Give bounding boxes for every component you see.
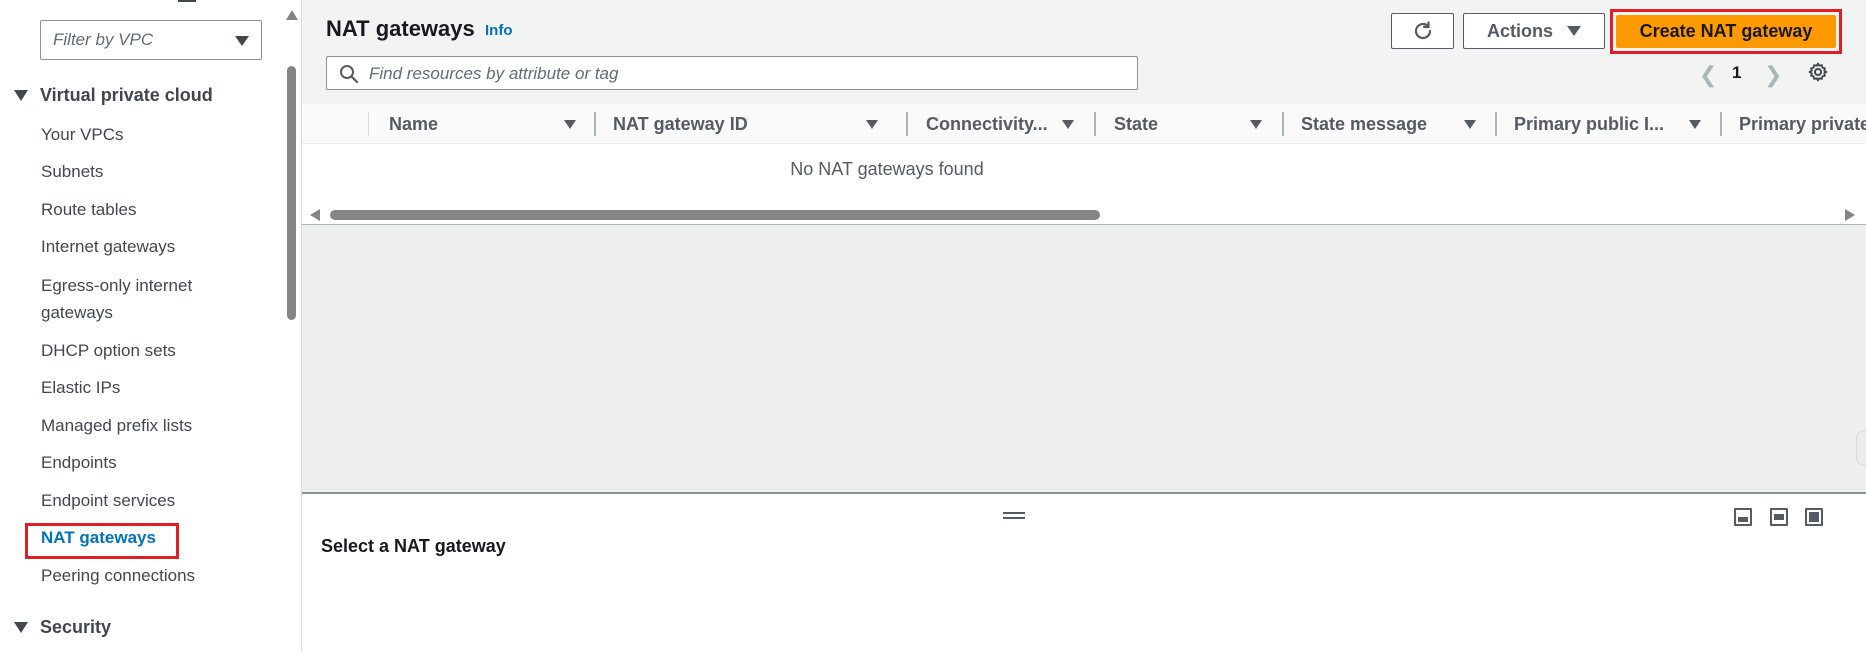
sidebar-item-nat-gateways[interactable]: NAT gateways	[41, 524, 156, 552]
sidebar: Filter by VPC Virtual private cloud Your…	[0, 0, 302, 652]
sort-icon[interactable]	[866, 119, 878, 129]
column-divider	[368, 112, 369, 136]
gear-icon[interactable]	[1808, 62, 1828, 82]
column-header-nat-gateway-id[interactable]: NAT gateway ID	[613, 104, 878, 143]
column-label: Connectivity...	[926, 113, 1048, 134]
table-header-panel: NAT gateways Info Actions Create NAT gat…	[302, 0, 1866, 104]
column-label: Primary public I...	[1514, 113, 1665, 134]
sort-icon[interactable]	[1689, 120, 1701, 129]
vpc-filter-placeholder: Filter by VPC	[53, 30, 154, 49]
search-placeholder: Find resources by attribute or tag	[369, 64, 619, 83]
vpc-filter-select[interactable]: Filter by VPC	[40, 20, 262, 60]
scroll-up-arrow-icon[interactable]	[286, 10, 298, 20]
sort-icon[interactable]	[564, 119, 576, 129]
sort-icon[interactable]	[1250, 120, 1262, 129]
create-nat-gateway-button[interactable]: Create NAT gateway	[1616, 15, 1836, 48]
refresh-button[interactable]	[1391, 13, 1454, 49]
panel-bottom-layout-icon[interactable]	[1734, 508, 1752, 526]
section-security[interactable]: Security	[14, 617, 111, 638]
sidebar-item-route-tables[interactable]: Route tables	[41, 196, 136, 224]
table-empty-area	[302, 225, 1866, 492]
empty-state-message: No NAT gateways found	[302, 159, 1866, 180]
sort-icon[interactable]	[1062, 120, 1074, 129]
divider	[178, 0, 196, 2]
details-title: Select a NAT gateway	[321, 536, 506, 556]
column-header-primary-private-ip[interactable]: Primary private	[1739, 104, 1866, 143]
drag-handle-icon[interactable]	[1003, 512, 1025, 520]
page-number[interactable]: 1	[1732, 63, 1741, 83]
side-tab-handle[interactable]	[1856, 430, 1866, 466]
column-header-state-message[interactable]: State message	[1301, 104, 1491, 143]
caret-down-icon	[14, 90, 28, 101]
table-header: Name NAT gateway ID Connectivity... Stat…	[302, 104, 1866, 144]
panel-full-layout-icon[interactable]	[1805, 508, 1823, 526]
sidebar-item-endpoints[interactable]: Endpoints	[41, 449, 117, 477]
column-divider[interactable]	[1495, 112, 1497, 136]
sidebar-item-endpoint-services[interactable]: Endpoint services	[41, 487, 175, 515]
column-label: State message	[1301, 113, 1428, 134]
actions-button[interactable]: Actions	[1463, 13, 1605, 49]
section-label: Virtual private cloud	[40, 85, 213, 105]
sidebar-item-peering-connections[interactable]: Peering connections	[41, 562, 195, 590]
sidebar-item-your-vpcs[interactable]: Your VPCs	[41, 121, 124, 149]
info-link[interactable]: Info	[485, 22, 513, 39]
details-split-panel: Select a NAT gateway	[302, 494, 1866, 652]
actions-label: Actions	[1486, 20, 1553, 41]
column-header-primary-public-ip[interactable]: Primary public I...	[1514, 104, 1694, 143]
main-content: NAT gateways Info Actions Create NAT gat…	[302, 0, 1866, 652]
column-label: Primary private	[1739, 113, 1866, 134]
panel-middle-layout-icon[interactable]	[1770, 508, 1788, 526]
column-divider[interactable]	[594, 112, 596, 136]
sidebar-scroll-thumb[interactable]	[287, 66, 296, 320]
horizontal-scrollbar[interactable]	[302, 205, 1866, 225]
scroll-left-arrow-icon[interactable]	[310, 209, 320, 221]
column-label: Name	[389, 113, 439, 134]
column-divider[interactable]	[1094, 112, 1096, 136]
column-divider[interactable]	[1720, 112, 1722, 136]
refresh-icon	[1414, 21, 1431, 40]
section-label: Security	[40, 617, 112, 637]
chevron-right-icon[interactable]: ❯	[1764, 62, 1782, 88]
sidebar-item-managed-prefix-lists[interactable]: Managed prefix lists	[41, 412, 192, 440]
caret-down-icon	[14, 622, 28, 633]
empty-state-text: No NAT gateways found	[790, 159, 984, 179]
section-virtual-private-cloud[interactable]: Virtual private cloud	[14, 85, 213, 106]
horizontal-scroll-thumb[interactable]	[330, 210, 1100, 220]
sidebar-item-internet-gateways[interactable]: Internet gateways	[41, 233, 175, 261]
column-divider[interactable]	[906, 112, 908, 136]
sidebar-item-subnets[interactable]: Subnets	[41, 158, 103, 186]
chevron-left-icon[interactable]: ❮	[1699, 62, 1717, 88]
sidebar-item-elastic-ips[interactable]: Elastic IPs	[41, 374, 120, 402]
highlight-box: Create NAT gateway	[1610, 9, 1842, 54]
column-label: State	[1114, 113, 1159, 134]
page-title: NAT gateways	[326, 16, 475, 41]
caret-down-icon	[1567, 26, 1581, 36]
sidebar-item-dhcp-option-sets[interactable]: DHCP option sets	[41, 337, 176, 365]
search-input[interactable]: Find resources by attribute or tag	[326, 56, 1138, 90]
sidebar-item-egress-only-internet-gateways[interactable]: Egress-only internet	[41, 272, 192, 300]
column-header-name[interactable]: Name	[389, 104, 589, 143]
column-label: NAT gateway ID	[613, 113, 748, 134]
scroll-right-arrow-icon[interactable]	[1845, 209, 1855, 221]
column-divider[interactable]	[1282, 112, 1284, 136]
chevron-down-icon	[235, 36, 249, 46]
column-header-state[interactable]: State	[1114, 104, 1264, 143]
sidebar-item-egress-only-internet-gateways-line2[interactable]: gateways	[41, 299, 113, 327]
sort-icon[interactable]	[1464, 120, 1476, 129]
search-icon	[340, 65, 359, 84]
